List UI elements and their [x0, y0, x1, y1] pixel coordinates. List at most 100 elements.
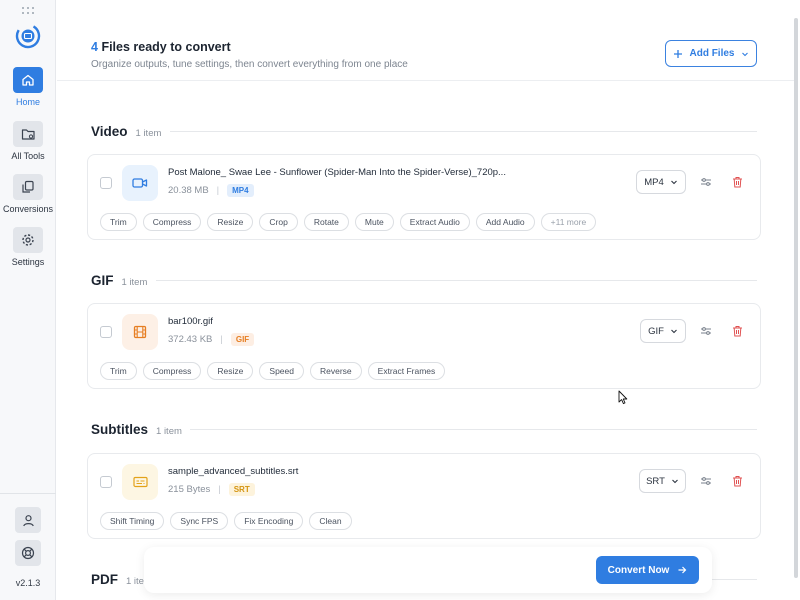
section-count: 1 item: [156, 426, 182, 437]
sidebar-item-conversions[interactable]: Conversions: [0, 174, 56, 214]
chip-add-audio[interactable]: Add Audio: [475, 213, 535, 231]
add-files-label: Add Files: [689, 48, 735, 59]
gear-icon: [13, 227, 43, 253]
support-icon[interactable]: [15, 540, 41, 566]
chevron-down-icon: [671, 329, 677, 334]
file-count: 4: [91, 40, 98, 54]
tool-chips: Trim Compress Resize Speed Reverse Extra…: [100, 362, 446, 380]
select-checkbox[interactable]: [100, 326, 112, 338]
section-title-subtitles: Subtitles 1 item: [91, 422, 182, 437]
chip-shift-timing[interactable]: Shift Timing: [100, 512, 165, 530]
section-count: 1 item: [135, 128, 162, 139]
chip-crop[interactable]: Crop: [259, 213, 298, 231]
section-title-gif: GIF 1 item: [91, 273, 147, 288]
section-count: 1 item: [121, 277, 148, 288]
section-heading: Subtitles: [91, 422, 149, 437]
convert-now-label: Convert Now: [607, 564, 670, 576]
output-format-value: SRT: [646, 475, 665, 487]
arrow-right-icon: [678, 566, 687, 574]
chip-extract-audio[interactable]: Extract Audio: [399, 213, 470, 231]
section-divider: [712, 579, 757, 580]
video-camera-icon: [122, 165, 158, 201]
settings-sliders-icon[interactable]: [698, 473, 714, 489]
sidebar-divider: [0, 493, 56, 494]
meta-separator: |: [218, 484, 221, 495]
output-format-value: GIF: [648, 325, 664, 337]
chip-sync-fps[interactable]: Sync FPS: [170, 512, 229, 530]
chip-reverse[interactable]: Reverse: [310, 362, 362, 380]
sidebar-item-label: Home: [15, 97, 40, 107]
app-logo-icon: [15, 23, 41, 49]
mouse-cursor-icon: [618, 390, 628, 405]
chip-speed[interactable]: Speed: [259, 362, 304, 380]
chip-compress[interactable]: Compress: [142, 362, 202, 380]
format-badge: MP4: [227, 184, 254, 197]
chip-trim[interactable]: Trim: [100, 213, 137, 231]
select-checkbox[interactable]: [100, 177, 112, 189]
output-format-value: MP4: [644, 176, 664, 188]
page-subtitle: Organize outputs, tune settings, then co…: [91, 59, 408, 70]
sidebar-item-all-tools[interactable]: All Tools: [0, 121, 56, 161]
file-meta: 20.38 MB | MP4: [168, 184, 254, 197]
output-format-select[interactable]: SRT: [639, 469, 686, 493]
sidebar-item-label: Conversions: [2, 204, 54, 214]
page-title-text: Files ready to convert: [101, 40, 231, 54]
delete-icon[interactable]: [729, 323, 745, 339]
chevron-down-icon: [672, 479, 678, 484]
chip-more[interactable]: +11 more: [540, 213, 597, 231]
sidebar-item-label: All Tools: [11, 151, 45, 161]
drag-grip-icon[interactable]: [22, 7, 34, 15]
chip-extract-frames[interactable]: Extract Frames: [367, 362, 446, 380]
subtitles-icon: [122, 464, 158, 500]
meta-separator: |: [220, 334, 223, 345]
file-meta: 215 Bytes | SRT: [168, 483, 255, 496]
sidebar-item-settings[interactable]: Settings: [0, 227, 56, 267]
app-version: v2.1.3: [15, 578, 41, 588]
file-card-video: Post Malone_ Swae Lee - Sunflower (Spide…: [87, 154, 761, 240]
plus-icon: [674, 49, 683, 58]
section-heading: Video: [91, 124, 128, 139]
tool-chips: Shift Timing Sync FPS Fix Encoding Clean: [100, 512, 352, 530]
copy-icon: [13, 174, 43, 200]
meta-separator: |: [216, 185, 220, 196]
section-divider: [170, 131, 757, 132]
chip-compress[interactable]: Compress: [142, 213, 202, 231]
delete-icon[interactable]: [729, 174, 745, 190]
section-title-pdf: PDF 1 item: [91, 572, 152, 587]
add-files-button[interactable]: Add Files: [665, 40, 757, 67]
home-icon: [13, 67, 43, 93]
sidebar-item-home[interactable]: Home: [0, 67, 56, 107]
convert-now-button[interactable]: Convert Now: [596, 556, 699, 584]
output-format-select[interactable]: MP4: [636, 170, 686, 194]
section-heading: GIF: [91, 273, 114, 288]
settings-sliders-icon[interactable]: [698, 174, 714, 190]
file-size: 20.38 MB: [168, 185, 209, 196]
file-name: Post Malone_ Swae Lee - Sunflower (Spide…: [168, 167, 506, 178]
chip-clean[interactable]: Clean: [309, 512, 352, 530]
delete-icon[interactable]: [729, 473, 745, 489]
chip-resize[interactable]: Resize: [207, 362, 254, 380]
select-checkbox[interactable]: [100, 476, 112, 488]
section-divider: [190, 429, 757, 430]
chip-fix-encoding[interactable]: Fix Encoding: [234, 512, 304, 530]
scrollbar[interactable]: [794, 18, 798, 578]
user-icon[interactable]: [15, 507, 41, 533]
settings-sliders-icon[interactable]: [698, 323, 714, 339]
file-card-subtitles: sample_advanced_subtitles.srt 215 Bytes …: [87, 453, 761, 539]
page-title: 4 Files ready to convert: [91, 40, 231, 54]
file-size: 215 Bytes: [168, 484, 211, 495]
section-divider: [156, 280, 757, 281]
output-format-select[interactable]: GIF: [640, 319, 686, 343]
chip-mute[interactable]: Mute: [354, 213, 394, 231]
chip-trim[interactable]: Trim: [100, 362, 137, 380]
file-name: sample_advanced_subtitles.srt: [168, 466, 299, 477]
file-card-gif: bar100r.gif 372.43 KB | GIF GIF Trim Com…: [87, 303, 761, 389]
sidebar-item-label: Settings: [11, 257, 45, 267]
folder-settings-icon: [13, 121, 43, 147]
section-heading: PDF: [91, 572, 118, 587]
format-badge: GIF: [230, 333, 255, 346]
chip-resize[interactable]: Resize: [207, 213, 254, 231]
file-name: bar100r.gif: [168, 316, 213, 327]
chip-rotate[interactable]: Rotate: [303, 213, 349, 231]
file-size: 372.43 KB: [168, 334, 213, 345]
